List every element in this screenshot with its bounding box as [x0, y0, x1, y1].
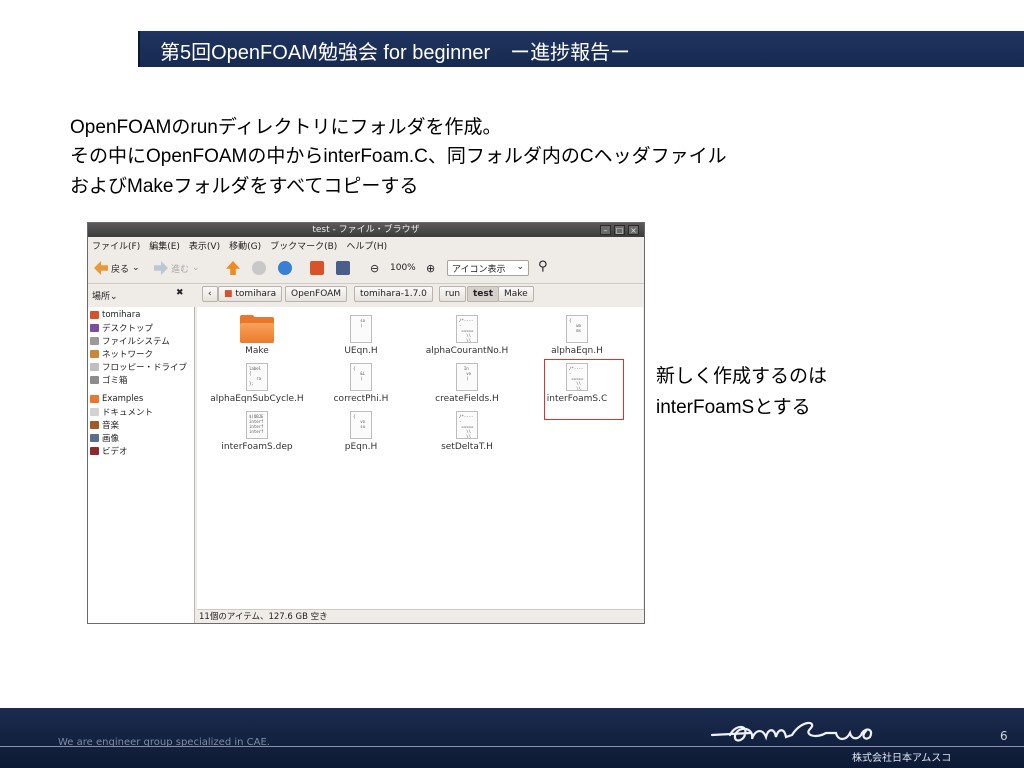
file-icon: { vo su: [350, 411, 372, 439]
file-item-correctphi[interactable]: { &i (correctPhi.H: [307, 363, 415, 404]
crumb-run[interactable]: run: [439, 286, 467, 302]
stop-icon[interactable]: [252, 261, 266, 275]
body-line-3: およびMakeフォルダをすべてコピーする: [70, 176, 419, 197]
file-icon-view: Make so (UEqn.H /*----- ===== \\ \\ alpha…: [197, 307, 643, 609]
file-item-createfields[interactable]: In vo (createFields.H: [413, 363, 521, 404]
places-label[interactable]: 場所⌄: [92, 289, 118, 302]
company-name: 株式会社日本アムスコ: [852, 753, 952, 764]
places-sidebar: tomihara デスクトップ ファイルシステム ネットワーク フロッピー・ドラ…: [88, 307, 195, 623]
file-item-setdeltat[interactable]: /*----- ===== \\ \\ setDeltaT.H: [413, 411, 521, 452]
sidebar-item-floppy[interactable]: フロッピー・ドライブ: [90, 361, 187, 373]
file-item-alphacourantno[interactable]: /*----- ===== \\ \\ alphaCourantNo.H: [413, 315, 521, 356]
home-icon[interactable]: [310, 261, 324, 275]
maximize-icon[interactable]: □: [614, 225, 625, 235]
crumb-tomihara[interactable]: ■ tomihara: [218, 286, 283, 302]
sidebar-item-videos[interactable]: ビデオ: [90, 445, 128, 457]
menu-bookmarks[interactable]: ブックマーク(B): [270, 242, 337, 252]
annotation-line-1: 新しく作成するのは: [656, 366, 828, 387]
search-icon[interactable]: ⚲: [538, 259, 548, 274]
annotation: 新しく作成するのは interFoamSとする: [656, 361, 827, 423]
window-title: test - ファイル・ブラウザ: [312, 225, 420, 235]
slide-title: 第5回OpenFOAM勉強会 for beginner ー進捗報告ー: [138, 31, 1024, 67]
sidebar-item-trash[interactable]: ゴミ箱: [90, 374, 128, 386]
sidebar-item-tomihara[interactable]: tomihara: [90, 309, 140, 321]
file-icon: { wo ms: [566, 315, 588, 343]
page-number: 6: [1000, 729, 1008, 743]
trash-icon: [90, 376, 99, 384]
highlight-box: [544, 359, 624, 420]
menubar: ファイル(F) 編集(E) 表示(V) 移動(G) ブックマーク(B) ヘルプ(H): [92, 239, 632, 253]
toolbar-divider: [88, 283, 644, 284]
crumb-openfoam[interactable]: OpenFOAM: [285, 286, 348, 302]
menu-go[interactable]: 移動(G): [229, 242, 261, 252]
sidebar-item-desktop[interactable]: デスクトップ: [90, 322, 153, 334]
file-item-alphaeqn[interactable]: { wo ms alphaEqn.H: [523, 315, 631, 356]
zoom-in-icon[interactable]: ⊕: [426, 262, 435, 275]
file-item-interfoams-dep[interactable]: $(OBJE interf interf interf interFoamS.dep: [203, 411, 311, 452]
crumb-prev-button[interactable]: ‹: [202, 286, 218, 302]
file-icon: label{ ra};: [246, 363, 268, 391]
back-arrow-icon: [94, 261, 108, 275]
folder-icon: [90, 395, 99, 403]
up-icon[interactable]: [226, 261, 240, 275]
file-icon: /*----- ===== \\ \\: [456, 411, 478, 439]
zoom-out-icon[interactable]: ⊖: [370, 262, 379, 275]
file-item-ueqn[interactable]: so (UEqn.H: [307, 315, 415, 356]
sidebar-item-pictures[interactable]: 画像: [90, 432, 119, 444]
crumb-make[interactable]: Make: [498, 286, 534, 302]
file-item-make[interactable]: Make: [203, 315, 311, 356]
sidebar-item-network[interactable]: ネットワーク: [90, 348, 153, 360]
window-titlebar: test - ファイル・ブラウザ – □ ×: [88, 223, 644, 237]
sidebar-item-examples[interactable]: Examples: [90, 393, 143, 405]
status-bar: 11個のアイテム、127.6 GB 空き: [197, 609, 644, 623]
floppy-icon: [90, 363, 99, 371]
document-icon: [90, 408, 99, 416]
file-icon: so (: [350, 315, 372, 343]
file-icon: /*----- ===== \\ \\: [456, 315, 478, 343]
menu-file[interactable]: ファイル(F): [92, 242, 140, 252]
network-icon: [90, 350, 99, 358]
zoom-level: 100%: [390, 263, 416, 273]
file-icon: $(OBJE interf interf interf: [246, 411, 268, 439]
video-icon: [90, 447, 99, 455]
file-icon: { &i (: [350, 363, 372, 391]
folder-icon: [240, 315, 274, 343]
picture-icon: [90, 434, 99, 442]
menu-edit[interactable]: 編集(E): [149, 242, 180, 252]
footer-tagline: We are engineer group specialized in CAE…: [58, 737, 270, 748]
reload-icon[interactable]: [278, 261, 292, 275]
forward-arrow-icon: [154, 261, 168, 275]
crumb-test[interactable]: test: [467, 286, 500, 302]
file-item-peqn[interactable]: { vo su pEqn.H: [307, 411, 415, 452]
view-mode-select[interactable]: アイコン表示 ⌄: [447, 260, 529, 276]
sidebar-item-music[interactable]: 音楽: [90, 419, 119, 431]
location-bar: 場所⌄ ✖ ‹ ■ tomihara OpenFOAM tomihara-1.7…: [88, 285, 644, 305]
minimize-icon[interactable]: –: [600, 225, 611, 235]
close-sidebar-icon[interactable]: ✖: [176, 288, 184, 298]
music-icon: [90, 421, 99, 429]
close-icon[interactable]: ×: [628, 225, 639, 235]
body-line-1: OpenFOAMのrunディレクトリにフォルダを作成。: [70, 117, 502, 138]
menu-view[interactable]: 表示(V): [189, 242, 220, 252]
forward-button[interactable]: 進む ⌄: [154, 259, 200, 277]
sidebar-item-filesystem[interactable]: ファイルシステム: [90, 335, 170, 347]
sidebar-item-documents[interactable]: ドキュメント: [90, 406, 153, 418]
annotation-line-2: interFoamSとする: [656, 397, 811, 418]
crumb-tomihara-170[interactable]: tomihara-1.7.0: [354, 286, 433, 302]
file-browser-window: test - ファイル・ブラウザ – □ × ファイル(F) 編集(E) 表示(V)…: [87, 222, 645, 624]
company-logo: [710, 721, 873, 742]
drive-icon: [90, 337, 99, 345]
menu-help[interactable]: ヘルプ(H): [346, 242, 387, 252]
desktop-icon: [90, 324, 99, 332]
file-icon: In vo (: [456, 363, 478, 391]
file-item-alphaeqnsubcycle[interactable]: label{ ra}; alphaEqnSubCycle.H: [203, 363, 311, 404]
toolbar: 戻る ⌄ 進む ⌄ ⊖ 100% ⊕ アイコン表示 ⌄ ⚲: [92, 255, 640, 281]
body-line-2: その中にOpenFOAMの中からinterFoam.C、同フォルダ内のCヘッダフ…: [70, 146, 727, 167]
computer-icon[interactable]: [336, 261, 350, 275]
home-icon: [90, 311, 99, 319]
chevron-down-icon: ⌄: [516, 262, 524, 272]
back-button[interactable]: 戻る ⌄: [94, 259, 140, 277]
